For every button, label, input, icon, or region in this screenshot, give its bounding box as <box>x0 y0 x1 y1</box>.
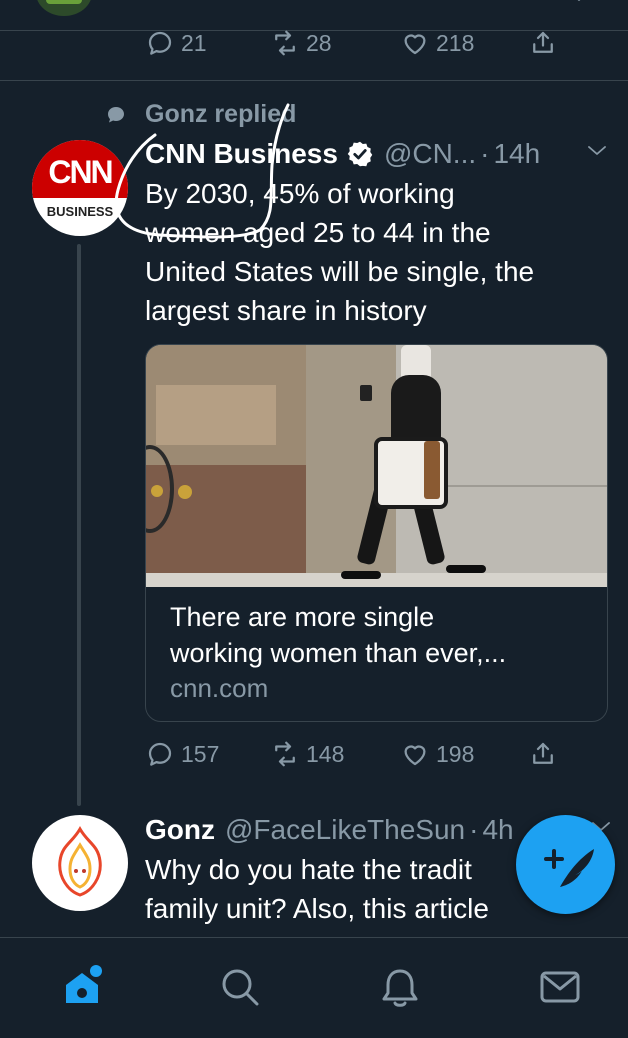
flame-lion-logo-icon <box>58 825 102 897</box>
retweet-icon <box>275 741 295 767</box>
card-text: There are more single working women than… <box>170 599 590 705</box>
heart-icon <box>404 745 426 766</box>
author-handle[interactable]: @CN... <box>384 138 476 170</box>
like-count: 218 <box>436 29 475 56</box>
card-title-line: working women than ever,... <box>170 638 507 668</box>
retweet-count: 148 <box>306 740 345 767</box>
home-icon[interactable] <box>60 965 104 1009</box>
like-button[interactable]: 218 <box>400 28 474 58</box>
share-icon <box>533 31 553 53</box>
tweet-text-line: largest share in history <box>145 295 427 326</box>
retweet-count: 28 <box>306 29 332 56</box>
tweet-time[interactable]: 14h <box>493 138 540 170</box>
tweet-time[interactable]: 4h <box>482 814 513 846</box>
prev-tweet-avatar[interactable] <box>36 0 92 16</box>
compose-quill-icon <box>544 849 594 887</box>
card-domain: cnn.com <box>170 673 269 703</box>
link-card[interactable]: There are more single working women than… <box>145 344 608 722</box>
compose-tweet-button[interactable] <box>516 815 615 914</box>
article-image <box>146 345 607 587</box>
messages-envelope-icon[interactable] <box>538 965 582 1009</box>
share-button[interactable] <box>528 28 564 58</box>
dot-separator: · <box>469 814 479 845</box>
heart-icon <box>404 34 426 55</box>
author-handle[interactable]: @FaceLikeTheSun <box>225 814 465 846</box>
reply-icon <box>148 31 172 55</box>
chevron-down-icon[interactable] <box>586 146 608 160</box>
retweet-button[interactable]: 28 <box>270 28 332 58</box>
like-button[interactable]: 198 <box>400 739 474 769</box>
handwritten-circle-annotation <box>114 103 290 239</box>
reply-count: 21 <box>181 29 207 56</box>
dot-separator: · <box>480 138 490 169</box>
share-button[interactable] <box>528 739 564 769</box>
author-name[interactable]: Gonz <box>145 814 215 846</box>
verified-badge-icon <box>347 141 373 167</box>
gonz-avatar[interactable] <box>32 815 128 911</box>
tweet-text-line: United States will be single, the <box>145 256 535 287</box>
retweet-button[interactable]: 148 <box>270 739 344 769</box>
card-title-line: There are more single <box>170 602 435 632</box>
share-icon <box>533 742 553 764</box>
chevron-down-icon[interactable] <box>568 0 590 6</box>
notifications-bell-icon[interactable] <box>378 965 422 1009</box>
thread-line <box>77 244 81 806</box>
reply-count: 157 <box>181 740 220 767</box>
like-count: 198 <box>436 740 475 767</box>
reply-icon <box>148 742 172 766</box>
reply-button[interactable]: 157 <box>145 739 219 769</box>
retweet-icon <box>275 30 295 56</box>
tweet-divider <box>0 80 628 81</box>
search-icon[interactable] <box>218 965 262 1009</box>
reply-tweet-header: Gonz @FaceLikeTheSun · 4h <box>145 812 514 848</box>
reply-button[interactable]: 21 <box>145 28 207 58</box>
